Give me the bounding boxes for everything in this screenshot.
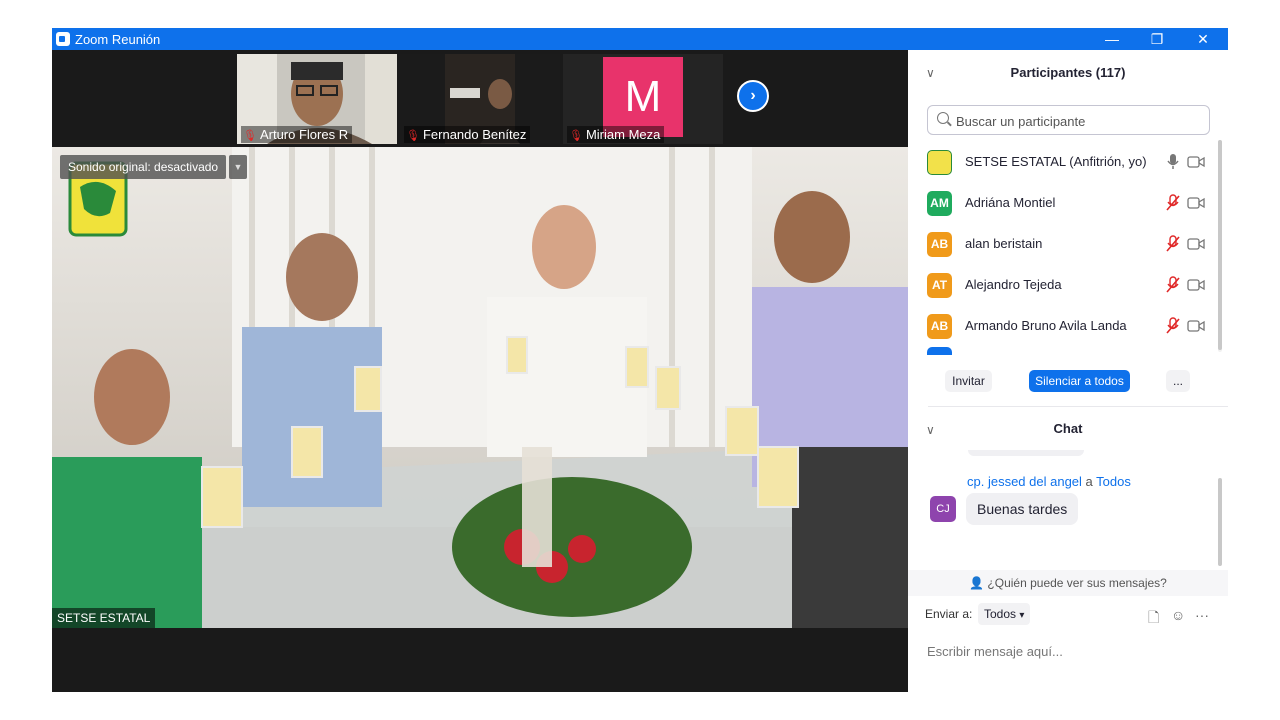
thumbnail-name: 🎙 Arturo Flores R <box>241 126 353 143</box>
avatar: AB <box>927 314 952 339</box>
video-area: 🎙 Arturo Flores R 🎙 Fernando Benítez M 🎙 Mi… <box>52 50 908 692</box>
chat-title: Chat <box>1053 421 1083 436</box>
video-camera-icon[interactable] <box>1187 238 1205 250</box>
muted-mic-icon[interactable] <box>1165 235 1181 253</box>
window-title: Zoom Reunión <box>75 32 161 47</box>
chat-scrollbar[interactable] <box>1218 478 1222 566</box>
divider <box>928 406 1228 407</box>
participant-row[interactable]: AB Armando Bruno Avila Landa <box>908 306 1220 347</box>
zoom-window: Zoom Reunión — ❐ ✕ 🎙 Arturo Flores R 🎙 F… <box>52 28 1228 692</box>
next-page-button[interactable]: › <box>737 80 769 112</box>
avatar: AT <box>927 273 952 298</box>
thumbnail-video[interactable]: 🎙 Arturo Flores R <box>237 54 397 144</box>
muted-mic-icon[interactable] <box>1165 317 1181 335</box>
chat-compose-input[interactable] <box>925 640 1219 662</box>
participant-initial-avatar: M <box>603 57 683 137</box>
participant-name: alan beristain <box>965 236 1043 251</box>
minimize-button[interactable]: — <box>1089 28 1135 50</box>
chevron-down-icon[interactable]: ▼ <box>229 155 247 179</box>
mute-all-button[interactable]: Silenciar a todos <box>1029 370 1130 392</box>
send-to-label: Enviar a: <box>925 607 973 621</box>
avatar: AM <box>927 191 952 216</box>
participant-list: SETSE ESTATAL (Anfitrión, yo) AM Adriána… <box>908 142 1220 355</box>
thumbnail-video[interactable]: 🎙 Fernando Benítez <box>400 54 560 144</box>
avatar: CJ <box>930 496 956 522</box>
original-sound-label[interactable]: Sonido original: desactivado <box>60 155 227 179</box>
thumbnail-name: 🎙 Miriam Meza <box>567 126 665 143</box>
search-icon <box>937 112 949 124</box>
who-can-see-text: ¿Quién puede ver sus mensajes? <box>987 576 1167 590</box>
participant-row[interactable]: AM Adriána Montiel <box>908 183 1220 224</box>
close-button[interactable]: ✕ <box>1180 28 1226 50</box>
avatar: AB <box>927 232 952 257</box>
message-recipient: Todos <box>1096 474 1131 489</box>
muted-mic-icon: 🎙 <box>569 130 583 142</box>
chevron-down-icon: ▾ <box>1019 610 1025 621</box>
sender-to: a <box>1085 474 1093 489</box>
participant-name: Adriána Montiel <box>965 195 1056 210</box>
participants-scrollbar[interactable] <box>1218 140 1222 352</box>
thumbnail-strip: 🎙 Arturo Flores R 🎙 Fernando Benítez M 🎙 Mi… <box>52 50 908 146</box>
side-panel: ∨ Participantes (117) SETSE ESTATAL (Anf… <box>908 50 1228 692</box>
participants-header: ∨ Participantes (117) <box>908 50 1228 94</box>
title-bar: Zoom Reunión — ❐ ✕ <box>52 28 1228 50</box>
participant-name: Armando Bruno Avila Landa <box>965 318 1127 333</box>
avatar <box>927 347 952 355</box>
person-icon: 👤 <box>969 576 985 590</box>
muted-mic-icon: 🎙 <box>406 130 420 142</box>
emoji-icon[interactable]: ☺ <box>1171 607 1185 623</box>
chat-message: Buenas tardes <box>966 493 1079 525</box>
thumbnail-name: 🎙 Fernando Benítez <box>404 126 531 143</box>
mic-icon[interactable] <box>1165 153 1181 171</box>
participant-name: Alejandro Tejeda <box>965 277 1062 292</box>
participant-row[interactable]: AT Alejandro Tejeda <box>908 265 1220 306</box>
more-icon[interactable]: ··· <box>1195 607 1209 623</box>
more-options-button[interactable]: ... <box>1166 370 1190 392</box>
avatar <box>927 150 952 175</box>
previous-message-bubble <box>968 450 1084 456</box>
invite-button[interactable]: Invitar <box>945 370 992 392</box>
message-sender: cp. jessed del angel a Todos <box>967 474 1131 489</box>
video-camera-icon[interactable] <box>1187 197 1205 209</box>
send-to-value: Todos <box>984 607 1017 621</box>
who-can-see-link[interactable]: 👤 ¿Quién puede ver sus mensajes? <box>908 570 1228 596</box>
participant-name: SETSE ESTATAL (Anfitrión, yo) <box>965 154 1147 169</box>
muted-mic-icon[interactable] <box>1165 194 1181 212</box>
sender-name[interactable]: cp. jessed del angel <box>967 474 1082 489</box>
video-camera-icon[interactable] <box>1187 156 1205 168</box>
restore-button[interactable]: ❐ <box>1134 28 1180 50</box>
participants-title: Participantes (117) <box>1010 65 1126 80</box>
participant-search[interactable] <box>927 105 1210 135</box>
participant-row[interactable]: AB alan beristain <box>908 224 1220 265</box>
video-camera-icon[interactable] <box>1187 320 1205 332</box>
participant-row[interactable]: SETSE ESTATAL (Anfitrión, yo) <box>908 142 1220 183</box>
muted-mic-icon: 🎙 <box>243 130 257 142</box>
send-to-dropdown[interactable]: Todos ▾ <box>978 603 1031 625</box>
meeting-video-image <box>52 147 908 628</box>
main-video-name: SETSE ESTATAL <box>52 608 156 628</box>
main-video: Sonido original: desactivado ▼ SETSE EST… <box>52 147 908 628</box>
search-input[interactable] <box>954 111 1198 131</box>
video-camera-icon[interactable] <box>1187 279 1205 291</box>
thumbnail-video[interactable]: M 🎙 Miriam Meza <box>563 54 723 144</box>
muted-mic-icon[interactable] <box>1165 276 1181 294</box>
file-icon[interactable]: 🗋 <box>1148 607 1159 631</box>
zoom-app-icon <box>56 32 70 46</box>
